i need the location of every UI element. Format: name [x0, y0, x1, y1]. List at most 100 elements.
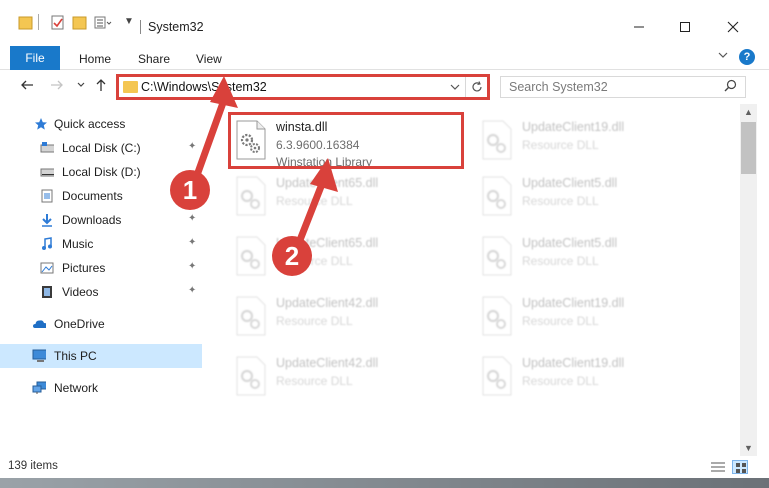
sidebar-item-videos[interactable]: Videos ✦ [0, 280, 202, 304]
file-description: Resource DLL [276, 194, 353, 208]
help-button[interactable]: ? [739, 49, 755, 65]
file-item[interactable]: UpdateClient19.dll Resource DLL [476, 348, 706, 404]
search-icon[interactable] [724, 79, 737, 95]
drive-icon [40, 168, 54, 177]
sidebar-item-network[interactable]: Network [0, 376, 202, 400]
window-title: System32 [148, 20, 204, 34]
recent-locations-chevron-icon[interactable] [76, 80, 86, 92]
pin-icon[interactable]: ✦ [188, 213, 196, 224]
file-item[interactable]: UpdateClient19.dll Resource DLL [476, 112, 706, 168]
search-input[interactable] [509, 77, 719, 97]
sidebar-item-label: Local Disk (D:) [62, 165, 141, 179]
title-bar: ▼ System32 [0, 0, 769, 44]
file-item[interactable]: UpdateClient5.dll Resource DLL [476, 168, 706, 224]
sidebar-item-pictures[interactable]: Pictures ✦ [0, 256, 202, 280]
navigation-bar: C:\Windows\System32 [0, 70, 769, 104]
file-highlight-box [228, 112, 464, 169]
ribbon-expand-chevron-icon[interactable] [717, 50, 729, 63]
search-box[interactable] [500, 76, 746, 98]
star-icon [35, 118, 47, 130]
sidebar-item-label: Pictures [62, 261, 106, 275]
sidebar-item-quick-access[interactable]: Quick access [0, 112, 202, 136]
pin-icon[interactable]: ✦ [188, 141, 196, 152]
scrollbar-thumb[interactable] [741, 122, 756, 174]
customize-toolbar-icon[interactable] [94, 14, 112, 32]
file-name: UpdateClient65.dll [276, 176, 379, 190]
videos-icon [42, 286, 52, 298]
onedrive-icon [33, 320, 46, 328]
vertical-scrollbar[interactable]: ▲ ▼ [740, 104, 757, 456]
address-dropdown-icon[interactable] [449, 79, 461, 98]
callout-step-2: 2 [272, 236, 312, 276]
sidebar-item-label: OneDrive [54, 317, 105, 331]
file-item[interactable]: UpdateClient19.dll Resource DLL [476, 288, 706, 344]
sidebar-item-label: Local Disk (C:) [62, 141, 141, 155]
sidebar-item-onedrive[interactable]: OneDrive [0, 312, 202, 336]
folder-icon[interactable] [18, 14, 34, 32]
quick-access-dropdown-icon[interactable]: ▼ [124, 16, 134, 34]
refresh-icon[interactable] [465, 77, 487, 97]
sidebar-item-label: This PC [54, 349, 97, 363]
file-name: UpdateClient42.dll [276, 296, 379, 310]
scroll-down-icon[interactable]: ▼ [740, 440, 757, 456]
scroll-up-icon[interactable]: ▲ [740, 104, 757, 120]
file-item[interactable]: UpdateClient65.dll Resource DLL [230, 168, 460, 224]
file-item[interactable]: UpdateClient65.dll Resource DLL [230, 228, 460, 284]
taskbar-strip [0, 478, 769, 488]
file-description: Resource DLL [276, 374, 353, 388]
file-name: UpdateClient19.dll [522, 356, 625, 370]
sidebar-item-this-pc[interactable]: This PC [0, 344, 202, 368]
sidebar-item-music[interactable]: Music ✦ [0, 232, 202, 256]
file-item[interactable]: UpdateClient42.dll Resource DLL [230, 348, 460, 404]
sidebar-item-downloads[interactable]: Downloads ✦ [0, 208, 202, 232]
dll-file-icon [236, 296, 266, 336]
file-item[interactable]: UpdateClient42.dll Resource DLL [230, 288, 460, 344]
address-path[interactable]: C:\Windows\System32 [141, 80, 267, 94]
dll-file-icon [236, 176, 266, 216]
network-icon [32, 381, 46, 394]
folder-icon [123, 81, 138, 93]
documents-icon [41, 189, 53, 203]
tab-share[interactable]: Share [138, 52, 170, 66]
minimize-button[interactable] [616, 12, 662, 42]
dll-file-icon [482, 120, 512, 160]
this-pc-icon [32, 349, 46, 362]
dll-file-icon [482, 296, 512, 336]
file-description: Resource DLL [522, 138, 599, 152]
sidebar-item-label: Music [62, 237, 94, 251]
tab-file[interactable]: File [10, 46, 60, 70]
large-icons-view-icon[interactable] [732, 460, 748, 474]
sidebar-item-label: Documents [62, 189, 123, 203]
callout-step-1: 1 [170, 170, 210, 210]
properties-icon[interactable] [50, 14, 66, 32]
tab-home[interactable]: Home [79, 52, 111, 66]
address-bar[interactable]: C:\Windows\System32 [116, 74, 490, 100]
close-button[interactable] [710, 12, 756, 42]
forward-arrow-icon[interactable] [50, 78, 64, 96]
pin-icon[interactable]: ✦ [188, 285, 196, 296]
close-icon [727, 21, 739, 33]
dll-file-icon [236, 236, 266, 276]
sidebar-item-label: Quick access [54, 117, 126, 131]
file-item[interactable]: UpdateClient5.dll Resource DLL [476, 228, 706, 284]
maximize-button[interactable] [662, 12, 708, 42]
status-bar: 139 items [0, 456, 769, 478]
new-folder-icon[interactable] [72, 14, 88, 32]
file-name: UpdateClient42.dll [276, 356, 379, 370]
file-description: Resource DLL [276, 314, 353, 328]
sidebar-item-label: Videos [62, 285, 99, 299]
up-arrow-icon[interactable] [94, 78, 108, 96]
file-name: UpdateClient5.dll [522, 236, 618, 250]
navigation-pane: Quick access Local Disk (C:) ✦ Local Dis… [0, 104, 204, 456]
file-description: Resource DLL [522, 314, 599, 328]
pin-icon[interactable]: ✦ [188, 261, 196, 272]
pin-icon[interactable]: ✦ [188, 237, 196, 248]
tab-view[interactable]: View [196, 52, 222, 66]
sidebar-item-local-disk-c[interactable]: Local Disk (C:) ✦ [0, 136, 202, 160]
drive-icon [40, 142, 54, 153]
file-name: UpdateClient5.dll [522, 176, 618, 190]
back-arrow-icon[interactable] [20, 78, 34, 96]
details-view-icon[interactable] [710, 460, 726, 474]
file-description: Resource DLL [522, 254, 599, 268]
item-count: 139 items [8, 460, 58, 472]
